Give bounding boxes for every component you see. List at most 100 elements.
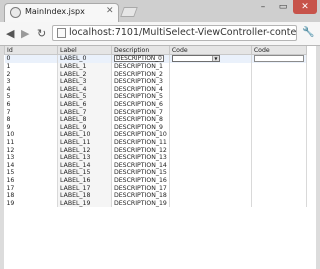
table-row[interactable]: 3 LABEL_3 DESCRIPTION_3: [4, 78, 307, 86]
cell-description: DESCRIPTION_18: [111, 192, 170, 200]
cell-label: LABEL_14: [57, 161, 112, 170]
cell-code: ▼: [169, 54, 252, 64]
maximize-button[interactable]: ▭: [273, 0, 293, 14]
new-tab-button[interactable]: [120, 7, 138, 17]
cell-code-2: [251, 139, 307, 147]
table-row[interactable]: 16 LABEL_16 DESCRIPTION_16: [4, 177, 307, 185]
browser-toolbar: ◀ ▶ ↻ localhost:7101/MultiSelect-ViewCon…: [0, 22, 320, 46]
table-row[interactable]: 0 LABEL_0 DESCRIPTION_0 ▼: [4, 54, 307, 64]
tab-mainindex[interactable]: MainIndex.jspx ✕: [4, 3, 119, 22]
table-row[interactable]: 1 LABEL_1 DESCRIPTION_1: [4, 63, 307, 71]
cell-label: LABEL_17: [57, 184, 112, 193]
cell-label: LABEL_10: [57, 131, 112, 140]
table-row[interactable]: 13 LABEL_13 DESCRIPTION_13: [4, 154, 307, 162]
cell-code-2: [251, 123, 307, 132]
cell-code: [169, 177, 252, 185]
table-row[interactable]: 4 LABEL_4 DESCRIPTION_4: [4, 85, 307, 94]
table-row[interactable]: 18 LABEL_18 DESCRIPTION_18: [4, 192, 307, 200]
cell-description: DESCRIPTION_19: [111, 199, 170, 208]
cell-id: 14: [4, 161, 58, 170]
table-row[interactable]: 14 LABEL_14 DESCRIPTION_14: [4, 161, 307, 170]
minimize-button[interactable]: –: [253, 0, 273, 14]
header-code-2[interactable]: Code: [250, 46, 307, 55]
cell-code-2: [251, 154, 307, 162]
cell-id: 1: [4, 63, 58, 71]
data-table: Id Label Description Code Code 0 LABEL_0 D…: [4, 46, 307, 208]
cell-id: 19: [4, 199, 58, 208]
url-text[interactable]: localhost:7101/MultiSelect-ViewControlle…: [69, 27, 296, 38]
cell-code: [169, 116, 252, 124]
cell-description: DESCRIPTION_5: [111, 93, 170, 102]
table-row[interactable]: 7 LABEL_7 DESCRIPTION_7: [4, 108, 307, 117]
description-input[interactable]: DESCRIPTION_0: [114, 55, 164, 62]
table-row[interactable]: 6 LABEL_6 DESCRIPTION_6: [4, 101, 307, 109]
cell-code: [169, 85, 252, 94]
tab-close-icon[interactable]: ✕: [106, 6, 114, 16]
forward-arrow-icon[interactable]: ▶: [21, 27, 29, 40]
cell-code-2: [251, 116, 307, 124]
table-row[interactable]: 10 LABEL_10 DESCRIPTION_10: [4, 131, 307, 140]
cell-id: 10: [4, 131, 58, 140]
back-arrow-icon[interactable]: ◀: [6, 27, 14, 40]
cell-label: LABEL_13: [57, 154, 112, 162]
cell-id: 3: [4, 78, 58, 86]
table-header-row: Id Label Description Code Code: [4, 46, 307, 55]
header-code[interactable]: Code: [168, 46, 252, 55]
cell-description: DESCRIPTION_17: [111, 184, 170, 193]
cell-description: DESCRIPTION_1: [111, 63, 170, 71]
table-row[interactable]: 12 LABEL_12 DESCRIPTION_12: [4, 146, 307, 155]
cell-id: 7: [4, 108, 58, 117]
cell-code-2: [251, 192, 307, 200]
table-row[interactable]: 17 LABEL_17 DESCRIPTION_17: [4, 184, 307, 193]
cell-label: LABEL_3: [57, 78, 112, 86]
cell-code-2: [251, 177, 307, 185]
address-bar[interactable]: localhost:7101/MultiSelect-ViewControlle…: [52, 25, 297, 41]
cell-code: [169, 101, 252, 109]
cell-code: [169, 78, 252, 86]
cell-code: [169, 93, 252, 102]
table-row[interactable]: 9 LABEL_9 DESCRIPTION_9: [4, 123, 307, 132]
cell-description: DESCRIPTION_13: [111, 154, 170, 162]
cell-label: LABEL_1: [57, 63, 112, 71]
cell-description: DESCRIPTION_3: [111, 78, 170, 86]
cell-code: [169, 184, 252, 193]
cell-id: 12: [4, 146, 58, 155]
table-row[interactable]: 2 LABEL_2 DESCRIPTION_2: [4, 70, 307, 79]
close-window-button[interactable]: ✕: [293, 0, 317, 14]
chevron-down-icon[interactable]: ▼: [211, 56, 219, 61]
header-id[interactable]: Id: [4, 46, 58, 55]
cell-label: LABEL_15: [57, 169, 112, 177]
cell-code-2: [251, 101, 307, 109]
table-row[interactable]: 15 LABEL_15 DESCRIPTION_15: [4, 169, 307, 177]
page-content: Id Label Description Code Code 0 LABEL_0 D…: [4, 46, 316, 269]
code-select[interactable]: ▼: [171, 55, 220, 62]
table-row[interactable]: 5 LABEL_5 DESCRIPTION_5: [4, 93, 307, 102]
cell-id: 0: [4, 54, 58, 64]
cell-code: [169, 161, 252, 170]
cell-description: DESCRIPTION_11: [111, 139, 170, 147]
cell-description: DESCRIPTION_2: [111, 70, 170, 79]
header-description[interactable]: Description: [111, 46, 170, 55]
cell-code: [169, 108, 252, 117]
cell-id: 4: [4, 85, 58, 94]
wrench-menu-icon[interactable]: 🔧: [302, 27, 314, 38]
cell-id: 5: [4, 93, 58, 102]
cell-label: LABEL_4: [57, 85, 112, 94]
table-row[interactable]: 11 LABEL_11 DESCRIPTION_11: [4, 139, 307, 147]
cell-id: 2: [4, 70, 58, 79]
cell-code: [169, 154, 252, 162]
table-row[interactable]: 19 LABEL_19 DESCRIPTION_19: [4, 199, 307, 208]
cell-code: [169, 131, 252, 140]
code-input[interactable]: [253, 55, 304, 62]
table-row[interactable]: 8 LABEL_8 DESCRIPTION_8: [4, 116, 307, 124]
cell-code: [169, 139, 252, 147]
cell-code-2: [251, 70, 307, 79]
cell-description: DESCRIPTION_16: [111, 177, 170, 185]
header-label[interactable]: Label: [57, 46, 112, 55]
cell-description-editor: DESCRIPTION_0: [111, 54, 170, 64]
cell-code: [169, 192, 252, 200]
cell-description: DESCRIPTION_15: [111, 169, 170, 177]
reload-icon[interactable]: ↻: [37, 27, 46, 40]
cell-description: DESCRIPTION_8: [111, 116, 170, 124]
cell-code-2: [251, 54, 307, 64]
